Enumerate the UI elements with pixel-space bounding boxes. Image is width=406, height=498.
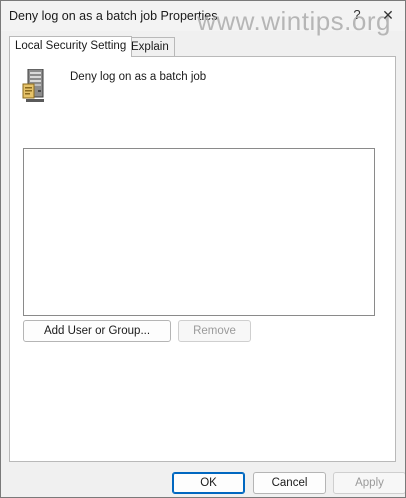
dialog-title: Deny log on as a batch job Properties (9, 9, 218, 23)
remove-button[interactable]: Remove (178, 320, 251, 342)
tab-panel: Deny log on as a batch job Add User or G… (9, 56, 396, 462)
tab-local-security-setting[interactable]: Local Security Setting (9, 36, 133, 57)
tab-explain[interactable]: Explain (125, 37, 175, 56)
policy-name: Deny log on as a batch job (70, 71, 207, 83)
add-user-or-group-button[interactable]: Add User or Group... (23, 320, 171, 342)
server-policy-icon (22, 68, 48, 103)
cancel-button[interactable]: Cancel (253, 472, 326, 494)
help-button[interactable]: ? (349, 5, 365, 25)
close-button[interactable]: ✕ (377, 5, 399, 25)
ok-button[interactable]: OK (172, 472, 245, 494)
apply-button[interactable]: Apply (333, 472, 405, 494)
properties-dialog: Deny log on as a batch job Properties ww… (0, 0, 406, 498)
members-list[interactable] (23, 148, 375, 316)
title-bar[interactable]: Deny log on as a batch job Properties ww… (1, 1, 405, 36)
